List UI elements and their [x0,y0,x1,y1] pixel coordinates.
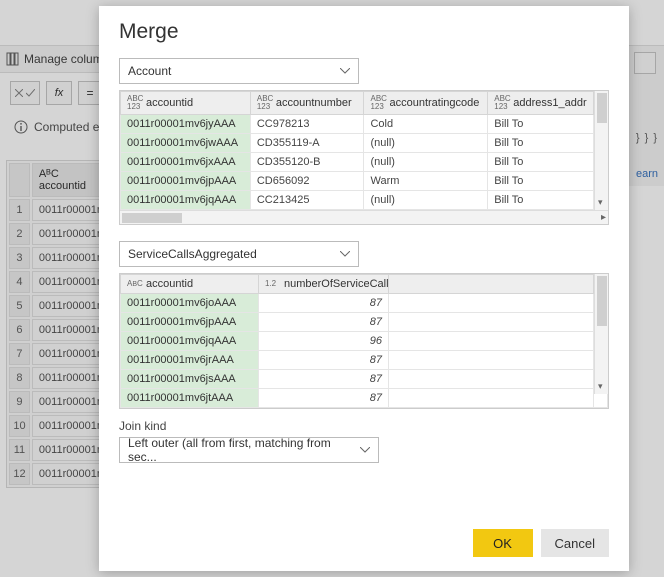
second-table-select[interactable]: ServiceCallsAggregated [119,241,359,267]
chevron-down-icon [340,251,350,257]
table-row[interactable]: 0011r00001mv6jsAAA87 [121,370,608,389]
col-header-servicecalls[interactable]: 1.2numberOfServiceCalls [259,275,389,294]
join-kind-select[interactable]: Left outer (all from first, matching fro… [119,437,379,463]
first-table-select[interactable]: Account [119,58,359,84]
dialog-title: Merge [119,20,609,44]
second-table-preview: ABCaccountid 1.2numberOfServiceCalls 001… [119,273,609,409]
join-kind-label: Join kind [119,419,609,433]
dialog-button-row: OK Cancel [119,529,609,557]
first-table-value: Account [128,64,171,78]
table-row[interactable]: 0011r00001mv6jxAAACD355120-B(null)Bill T… [121,153,608,172]
col-header-address1[interactable]: ABC123address1_addr [488,92,594,115]
col-header-accountnumber[interactable]: ABC123accountnumber [250,92,364,115]
horizontal-scrollbar[interactable]: ▸ [120,210,608,224]
second-table-value: ServiceCallsAggregated [128,247,257,261]
merge-dialog: Merge Account ABC123accountid ABC123acco… [99,6,629,571]
type-any-icon: ABC123 [257,95,273,111]
chevron-down-icon [340,68,350,74]
chevron-down-icon [360,447,370,453]
table-row[interactable]: 0011r00001mv6jpAAA87 [121,313,608,332]
table-row[interactable]: 0011r00001mv6jqAAA96 [121,332,608,351]
table-row[interactable]: 0011r00001mv6joAAA87 [121,294,608,313]
cancel-button[interactable]: Cancel [541,529,609,557]
type-any-icon: ABC123 [127,95,143,111]
table-row[interactable]: 0011r00001mv6jyAAACC978213ColdBill To [121,115,608,134]
vertical-scrollbar[interactable]: ▾ [594,91,608,210]
col-header-accountid2[interactable]: ABCaccountid [121,275,259,294]
table-row[interactable]: 0011r00001mv6jqAAACC213425(null)Bill To [121,191,608,210]
type-any-icon: ABC123 [494,95,510,111]
table-row[interactable]: 0011r00001mv6jrAAA87 [121,351,608,370]
table-row[interactable]: 0011r00001mv6jpAAACD656092WarmBill To [121,172,608,191]
ok-button[interactable]: OK [473,529,533,557]
type-any-icon: ABC123 [370,95,386,111]
first-table-preview: ABC123accountid ABC123accountnumber ABC1… [119,90,609,225]
col-header-accountid[interactable]: ABC123accountid [121,92,251,115]
table-row[interactable]: 0011r00001mv6jtAAA87 [121,389,608,408]
table-row[interactable]: 0011r00001mv6jwAAACD355119-A(null)Bill T… [121,134,608,153]
type-decimal-icon: 1.2 [265,280,281,288]
col-header-accountratingcode[interactable]: ABC123accountratingcode [364,92,488,115]
vertical-scrollbar[interactable]: ▾ [594,274,608,394]
type-text-icon: ABC [127,280,143,289]
join-kind-value: Left outer (all from first, matching fro… [128,436,360,464]
